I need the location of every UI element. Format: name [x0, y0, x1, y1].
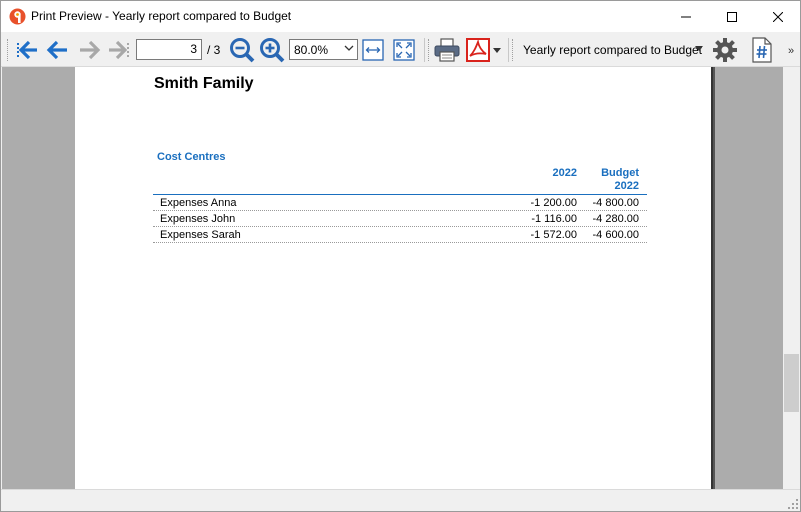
row-value-budget: -4 600.00 — [592, 229, 639, 241]
resize-grip-icon[interactable] — [788, 499, 798, 509]
vertical-scrollbar[interactable] — [783, 67, 800, 489]
page-number-input[interactable]: 3 — [136, 39, 202, 60]
fit-page-button[interactable] — [390, 36, 418, 64]
preview-viewport[interactable]: Smith Family Cost Centres 2022 Budget 20… — [2, 67, 783, 489]
fit-page-icon — [393, 39, 415, 61]
table-row: Expenses Sarah -1 572.00 -4 600.00 — [153, 227, 647, 243]
app-logo-icon — [9, 8, 26, 25]
print-preview-window: Print Preview - Yearly report compared t… — [0, 0, 801, 512]
zoom-select[interactable]: 80.0% — [289, 39, 358, 60]
title-bar: Print Preview - Yearly report compared t… — [1, 1, 800, 32]
toolbar-grip[interactable] — [7, 39, 10, 61]
toolbar-separator — [424, 38, 425, 62]
row-label: Expenses Anna — [160, 197, 237, 209]
chevron-down-icon — [344, 45, 354, 51]
toolbar-separator — [508, 38, 509, 62]
toolbar: 3 / 3 80.0% Yearly report compared to Bu… — [1, 32, 800, 67]
column-header-budget-line2: 2022 — [614, 180, 639, 192]
maximize-button[interactable] — [709, 1, 755, 32]
status-bar — [1, 489, 800, 511]
next-page-icon — [80, 40, 101, 60]
settings-button[interactable] — [711, 36, 739, 64]
pdf-icon — [466, 38, 490, 62]
export-menu-button[interactable] — [490, 36, 504, 64]
company-name: Smith Family — [154, 75, 254, 92]
table-row: Expenses John -1 116.00 -4 280.00 — [153, 211, 647, 227]
scrollbar-thumb[interactable] — [784, 354, 799, 412]
minimize-button[interactable] — [663, 1, 709, 32]
fit-width-button[interactable] — [359, 36, 387, 64]
export-pdf-button[interactable] — [464, 36, 492, 64]
window-title: Print Preview - Yearly report compared t… — [31, 9, 292, 23]
toolbar-overflow-button[interactable]: » — [788, 45, 794, 57]
page-number-button[interactable] — [748, 36, 776, 64]
minimize-icon — [681, 16, 691, 17]
section-title: Cost Centres — [157, 151, 226, 163]
last-page-icon — [109, 40, 129, 60]
row-label: Expenses Sarah — [160, 229, 241, 241]
close-icon — [773, 11, 783, 22]
last-page-button[interactable] — [105, 36, 133, 64]
maximize-icon — [727, 11, 737, 22]
page-number-icon — [752, 37, 772, 63]
print-button[interactable] — [433, 36, 461, 64]
column-header-year: 2022 — [552, 167, 577, 179]
settings-icon — [713, 38, 737, 62]
row-value-budget: -4 280.00 — [592, 213, 639, 225]
zoom-out-button[interactable] — [228, 36, 256, 64]
report-selector[interactable]: Yearly report compared to Budget — [517, 39, 707, 61]
first-page-icon — [17, 40, 37, 60]
zoom-in-icon — [260, 38, 285, 63]
close-button[interactable] — [755, 1, 801, 32]
toolbar-grip[interactable] — [512, 39, 515, 61]
column-header-budget: Budget 2022 — [581, 167, 639, 193]
column-header-budget-line1: Budget — [601, 167, 639, 179]
table-row: Expenses Anna -1 200.00 -4 800.00 — [153, 195, 647, 211]
toolbar-grip[interactable] — [428, 39, 431, 61]
first-page-button[interactable] — [13, 36, 41, 64]
fit-width-icon — [362, 39, 384, 61]
row-value-budget: -4 800.00 — [592, 197, 639, 209]
next-page-button[interactable] — [76, 36, 104, 64]
row-label: Expenses John — [160, 213, 236, 225]
print-icon — [434, 38, 460, 62]
page-total-label: / 3 — [207, 43, 221, 57]
zoom-out-icon — [230, 38, 255, 63]
previous-page-button[interactable] — [43, 36, 71, 64]
caret-down-icon — [493, 47, 501, 53]
report-selector-label: Yearly report compared to Budget — [523, 43, 702, 57]
zoom-in-button[interactable] — [258, 36, 286, 64]
caret-down-icon — [695, 46, 703, 51]
previous-page-icon — [46, 40, 67, 60]
zoom-value: 80.0% — [294, 43, 329, 57]
report-page: Smith Family Cost Centres 2022 Budget 20… — [75, 67, 711, 489]
